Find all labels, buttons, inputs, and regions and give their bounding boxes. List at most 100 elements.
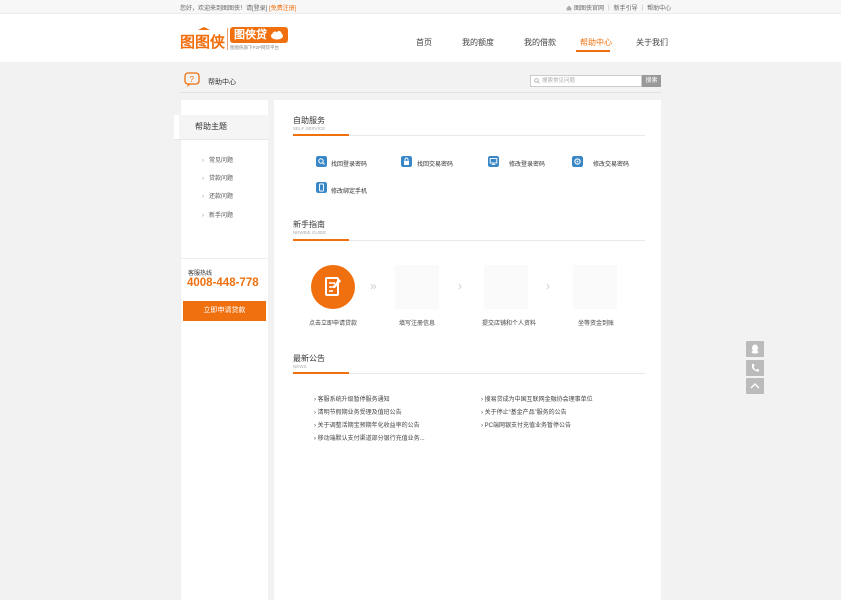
login-link[interactable]: [登录] [252, 6, 267, 12]
qq-icon [751, 344, 759, 354]
news-title: 移动端默认支付渠道部分银行充值业务... [317, 436, 425, 442]
section-subtitle: NEWS [293, 364, 307, 369]
hotline-number: 4008-448-778 [187, 277, 259, 289]
news-item[interactable]: › 关于停止“基金产品”服务的公告 [481, 407, 567, 416]
search-icon[interactable] [316, 156, 327, 167]
gear-icon[interactable] [572, 156, 583, 167]
product-logo: 图侠贷 [230, 27, 288, 43]
step-label-register: 填写注册信息 [399, 321, 436, 327]
chevron-right-icon: › [546, 279, 550, 293]
sidebar-item-label: 贷款问题 [209, 176, 234, 182]
search-icon [534, 78, 540, 84]
cloud-icon [271, 31, 283, 40]
chevron-double-right-icon: » [370, 279, 377, 293]
sidebar-item-label: 新手问题 [209, 213, 234, 219]
logo-divider [227, 28, 228, 50]
register-link[interactable]: [免费注册] [269, 6, 296, 12]
step-label-submit: 提交店铺和个人资料 [482, 321, 537, 327]
apply-step-circle[interactable] [311, 265, 355, 309]
sidebar-item-label: 常见问题 [209, 158, 234, 164]
product-logo-text: 图侠贷 [234, 29, 267, 41]
nav-active-underline [576, 50, 610, 52]
welcome-message: 您好，欢迎来到图图侠！请 [180, 6, 253, 12]
chevron-up-icon [750, 383, 760, 389]
phone-icon [752, 364, 759, 372]
step-icon-funds [573, 265, 617, 309]
section-accent [293, 239, 349, 241]
monitor-icon[interactable] [488, 156, 499, 167]
help-icon: ? [184, 72, 200, 87]
top-link-site[interactable]: 图图侠官网 [574, 3, 604, 12]
svg-text:?: ? [190, 75, 195, 84]
phone-icon[interactable] [316, 182, 327, 193]
top-links: 图图侠官网 | 新手引导 | 帮助中心 [566, 3, 671, 12]
top-link-help[interactable]: 帮助中心 [647, 3, 671, 12]
top-link-sep: | [641, 4, 644, 11]
phone-contact-button[interactable] [746, 360, 764, 376]
sidebar-divider [180, 258, 268, 259]
home-icon [566, 5, 572, 10]
form-icon [325, 277, 341, 296]
lock-icon[interactable] [401, 156, 412, 167]
qq-chat-button[interactable] [746, 341, 764, 357]
logo-main-text: 图图侠 [180, 33, 225, 49]
news-title: 清明节假期业务受理及值班公告 [317, 410, 402, 416]
news-title: 搜易贷成为中国互联网金融协会理事单位 [484, 397, 593, 403]
chevron-right-icon: › [202, 213, 204, 219]
service-change-trade-password[interactable]: 修改交易密码 [593, 159, 629, 168]
chevron-right-icon: › [202, 176, 204, 182]
top-link-guide[interactable]: 新手引导 [614, 3, 638, 12]
nav-home[interactable]: 首页 [416, 37, 432, 48]
service-change-login-password[interactable]: 修改登录密码 [509, 159, 545, 168]
step-icon-submit [484, 265, 528, 309]
news-item[interactable]: › 移动端默认支付渠道部分银行充值业务... [314, 433, 425, 442]
sidebar-heading: 帮助主题 [174, 115, 269, 139]
nav-my-credit[interactable]: 我的额度 [462, 37, 494, 48]
sidebar-item-loan[interactable]: › 贷款问题 [202, 173, 233, 182]
apply-loan-button[interactable]: 立即申请贷款 [183, 301, 266, 321]
news-item[interactable]: › 关于调整活期宝预期年化收益率的公告 [314, 420, 420, 429]
service-find-login-password[interactable]: 找回登录密码 [331, 159, 367, 168]
search-button[interactable]: 搜索 [642, 75, 661, 87]
crumb-divider [180, 92, 661, 93]
section-title-guide: 新手指南 [293, 220, 325, 229]
brand-logo[interactable]: 图图侠 [180, 27, 225, 49]
news-item[interactable]: › 搜易贷成为中国互联网金融协会理事单位 [481, 394, 593, 403]
back-to-top-button[interactable] [746, 378, 764, 394]
nav-about-us[interactable]: 关于我们 [636, 37, 668, 48]
sidebar-item-faq[interactable]: › 常见问题 [202, 155, 233, 164]
page-title: 帮助中心 [208, 79, 236, 86]
welcome-text: 您好，欢迎来到图图侠！请[登录] [免费注册] [180, 3, 296, 12]
chevron-right-icon: › [458, 279, 462, 293]
news-title: PC端网银支付充值业务暂停公告 [484, 423, 572, 429]
sidebar-item-newbie[interactable]: › 新手问题 [202, 210, 233, 219]
section-accent [293, 372, 349, 374]
step-label-funds: 坐等资金到账 [578, 321, 615, 327]
service-find-trade-password[interactable]: 找回交易密码 [417, 159, 453, 168]
top-link-sep: | [608, 4, 610, 11]
nav-help-center[interactable]: 帮助中心 [580, 37, 612, 48]
section-subtitle: SELF SERVICE [293, 126, 326, 131]
section-title-self-service: 自助服务 [293, 116, 325, 125]
search-input[interactable]: 搜索常见问题 [530, 75, 642, 87]
news-item[interactable]: › 清明节假期业务受理及值班公告 [314, 407, 402, 416]
chevron-right-icon: › [202, 158, 204, 164]
hotline-label: 客服热线 [188, 271, 213, 277]
sidebar-item-repay[interactable]: › 还款问题 [202, 191, 233, 200]
chevron-right-icon: › [202, 194, 204, 200]
nav-my-loans[interactable]: 我的借款 [524, 37, 556, 48]
news-item[interactable]: › PC端网银支付充值业务暂停公告 [481, 420, 571, 429]
logo-tagline: 图图侠旗下P2P网贷平台 [230, 45, 280, 50]
main-panel [274, 100, 661, 600]
section-accent [293, 134, 349, 136]
step-icon-register [395, 265, 439, 309]
news-title: 客服系统升级暂停服务通知 [317, 397, 390, 403]
news-item[interactable]: › 客服系统升级暂停服务通知 [314, 394, 390, 403]
sidebar-item-label: 还款问题 [209, 194, 234, 200]
top-strip [0, 0, 841, 14]
service-change-bound-phone[interactable]: 修改绑定手机 [331, 186, 367, 195]
section-title-news: 最新公告 [293, 354, 325, 363]
news-title: 关于停止“基金产品”服务的公告 [484, 410, 567, 416]
section-subtitle: NEWBIE GUIDE [293, 230, 327, 235]
news-title: 关于调整活期宝预期年化收益率的公告 [317, 423, 420, 429]
